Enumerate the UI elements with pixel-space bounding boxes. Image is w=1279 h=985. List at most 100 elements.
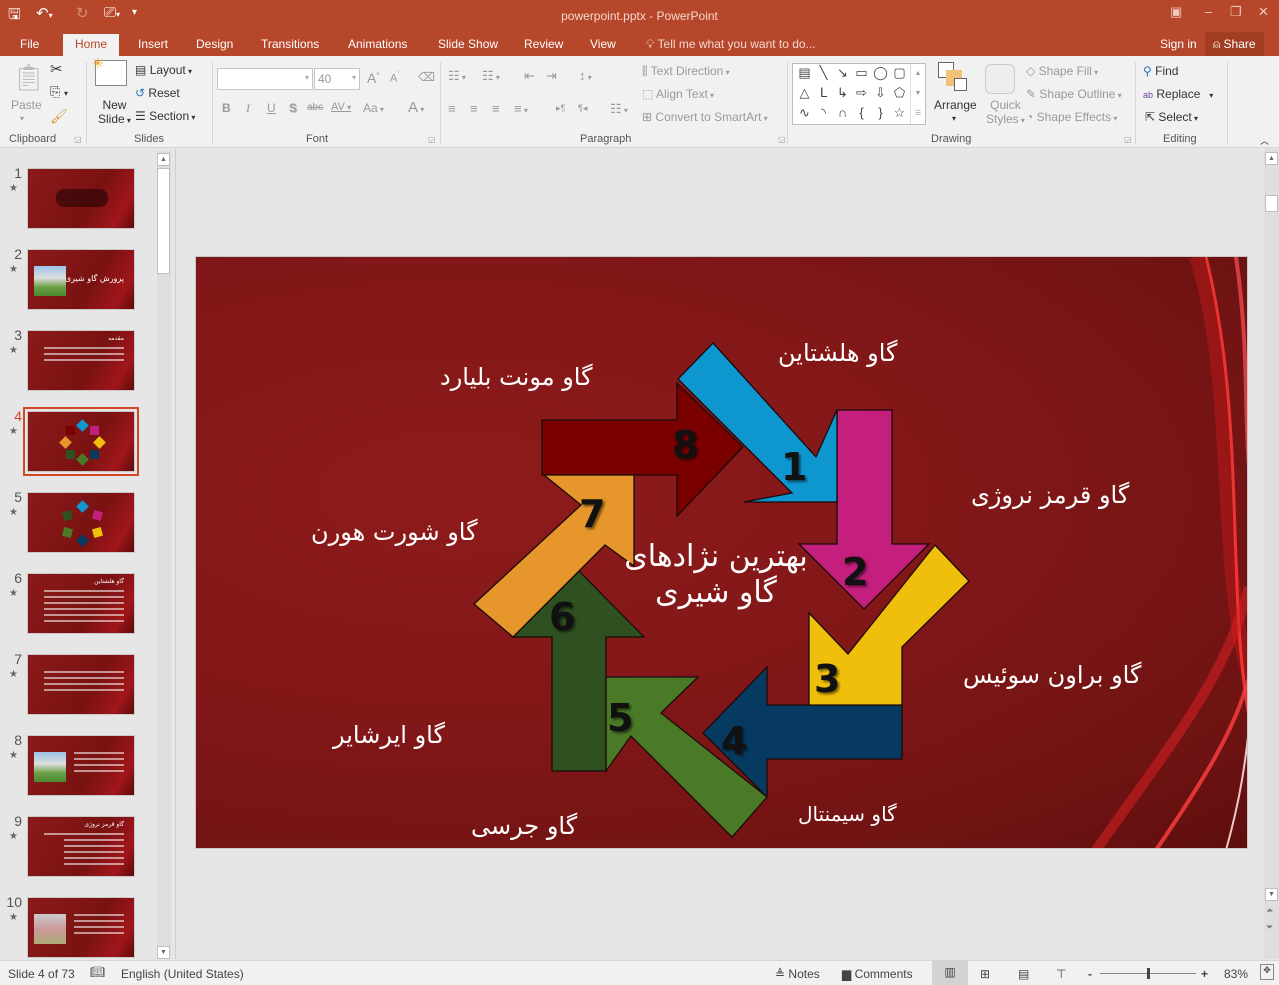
- arrange-dropdown-icon[interactable]: ▾: [952, 114, 956, 123]
- line-spacing-button[interactable]: ↕ ▾: [579, 68, 592, 83]
- align-text-button[interactable]: ⬚ Align Text ▾: [642, 87, 714, 101]
- paste-dropdown-icon[interactable]: ▾: [20, 114, 24, 123]
- shape-option[interactable]: ▢: [890, 65, 909, 85]
- zoom-level[interactable]: 83%: [1224, 967, 1248, 981]
- zoom-in-button[interactable]: +: [1201, 967, 1208, 981]
- shape-option[interactable]: ∿: [795, 105, 814, 125]
- shape-option[interactable]: △: [795, 85, 814, 105]
- grow-font-button[interactable]: A^: [367, 70, 380, 86]
- shape-option[interactable]: }: [871, 105, 890, 125]
- comments-button[interactable]: ▆ Comments: [842, 967, 913, 981]
- copy-icon[interactable]: ⎘ ▾: [50, 84, 68, 100]
- shape-option[interactable]: ↘: [833, 65, 852, 85]
- scroll-down-button[interactable]: ▼: [1265, 888, 1278, 901]
- replace-button[interactable]: ab Replace ▾: [1143, 87, 1213, 101]
- shape-option[interactable]: {: [852, 105, 871, 125]
- next-slide-icon[interactable]: ⏷: [1266, 922, 1273, 933]
- tab-transitions[interactable]: Transitions: [259, 36, 321, 56]
- layout-button[interactable]: ▤ Layout ▾: [135, 63, 192, 77]
- find-button[interactable]: ⚲ Find: [1143, 64, 1178, 78]
- slide-thumbnail[interactable]: گاو هلشتاین: [27, 573, 135, 634]
- shape-option[interactable]: ╲: [814, 65, 833, 85]
- shape-option[interactable]: ▤: [795, 65, 814, 85]
- shape-option[interactable]: ☆: [890, 105, 909, 125]
- underline-button[interactable]: U: [267, 101, 276, 115]
- ribbon-display-options-icon[interactable]: ▣: [1170, 4, 1182, 20]
- columns-button[interactable]: ☷ ▾: [610, 101, 628, 117]
- language-indicator[interactable]: English (United States): [121, 967, 244, 981]
- restore-button[interactable]: ❐: [1230, 4, 1242, 20]
- decrease-indent-button[interactable]: ⇤: [524, 68, 535, 84]
- cut-icon[interactable]: ✂: [50, 60, 63, 78]
- section-button[interactable]: ☰ Section ▾: [135, 109, 195, 123]
- convert-smartart-button[interactable]: ⊞ Convert to SmartArt ▾: [642, 110, 768, 124]
- spell-check-icon[interactable]: 📖︎: [90, 965, 105, 979]
- reset-button[interactable]: ↺ Reset: [135, 86, 180, 100]
- paragraph-launcher-icon[interactable]: ◲: [778, 135, 786, 144]
- font-color-button[interactable]: A ▾: [408, 99, 424, 116]
- tab-slide-show[interactable]: Slide Show: [436, 36, 500, 56]
- collapse-ribbon-icon[interactable]: ︿: [1260, 134, 1269, 147]
- tab-home[interactable]: Home: [63, 34, 120, 56]
- shape-option[interactable]: ⬠: [890, 85, 909, 105]
- increase-indent-button[interactable]: ⇥: [546, 68, 557, 84]
- thumbnails-scrollbar[interactable]: ▲ ▼: [157, 151, 171, 959]
- arrange-button[interactable]: Arrange: [934, 98, 977, 112]
- bold-button[interactable]: B: [222, 101, 231, 115]
- breed-label[interactable]: گاو ایرشایر: [333, 721, 445, 749]
- quick-styles-button[interactable]: Quick Styles ▾: [986, 98, 1025, 126]
- shape-option[interactable]: ◯: [871, 65, 890, 85]
- notes-button[interactable]: ≜ Notes: [775, 967, 820, 981]
- shrink-font-button[interactable]: Aˇ: [390, 72, 400, 85]
- slide-thumbnail[interactable]: [27, 897, 135, 958]
- ltr-button[interactable]: ▸¶: [556, 103, 565, 114]
- slide-canvas[interactable]: 1 گاو هلشتاین 2 گاو قرمز نروژی 3 گاو براون سو…: [195, 256, 1248, 849]
- clipboard-launcher-icon[interactable]: ◲: [74, 135, 82, 144]
- change-case-button[interactable]: Aa ▾: [363, 101, 384, 115]
- strikethrough-button[interactable]: abc: [307, 102, 323, 113]
- scroll-thumb[interactable]: [1265, 195, 1278, 212]
- justify-button[interactable]: ≡ ▾: [514, 101, 528, 116]
- shape-fill-button[interactable]: ◇ Shape Fill ▾: [1026, 64, 1098, 78]
- shape-option[interactable]: ∩: [833, 105, 852, 125]
- breed-label[interactable]: گاو هلشتاین: [778, 339, 897, 367]
- shape-option[interactable]: ⇨: [852, 85, 871, 105]
- paste-button[interactable]: Paste: [11, 98, 42, 112]
- text-shadow-button[interactable]: S: [289, 101, 297, 115]
- slide-sorter-button[interactable]: ⊞: [980, 967, 990, 981]
- slide-thumbnail[interactable]: [27, 168, 135, 229]
- font-launcher-icon[interactable]: ◲: [428, 135, 436, 144]
- zoom-slider-thumb[interactable]: [1147, 968, 1150, 979]
- scroll-down-button[interactable]: ▼: [157, 946, 170, 959]
- shape-option[interactable]: ᒪ: [814, 85, 833, 105]
- tab-view[interactable]: View: [588, 36, 618, 56]
- bullets-button[interactable]: ☷ ▾: [448, 68, 466, 84]
- slide-thumbnail[interactable]: گاو قرمز نروژی: [27, 816, 135, 877]
- reading-view-button[interactable]: ▤: [1018, 967, 1029, 981]
- shape-effects-button[interactable]: ◔ Shape Effects ▾: [1026, 110, 1117, 124]
- format-painter-icon[interactable]: 🖌︎: [50, 108, 68, 125]
- tab-insert[interactable]: Insert: [136, 36, 170, 56]
- align-center-button[interactable]: ≡: [470, 101, 478, 116]
- zoom-out-button[interactable]: -: [1088, 967, 1092, 981]
- rtl-button[interactable]: ¶◂: [578, 103, 587, 114]
- tell-me-box[interactable]: 💡︎ Tell me what you want to do...: [644, 36, 818, 56]
- select-button[interactable]: ⇱ Select ▾: [1145, 110, 1198, 124]
- slide-thumbnail[interactable]: [27, 492, 135, 553]
- tab-review[interactable]: Review: [522, 36, 565, 56]
- breed-label[interactable]: گاو مونت بلیارد: [440, 363, 593, 391]
- slide-show-button[interactable]: ⊤: [1056, 967, 1066, 981]
- scroll-thumb[interactable]: [157, 168, 170, 274]
- zoom-slider[interactable]: [1100, 968, 1196, 979]
- numbering-button[interactable]: ☷ ▾: [482, 68, 500, 84]
- align-left-button[interactable]: ≡: [448, 101, 456, 116]
- normal-view-button[interactable]: ▥: [932, 961, 968, 985]
- slide-thumbnail[interactable]: مقدمه: [27, 330, 135, 391]
- tab-file[interactable]: File: [18, 36, 41, 56]
- gallery-scroll[interactable]: ▲ ▼ ☰: [910, 64, 925, 124]
- scroll-up-button[interactable]: ▲: [157, 153, 170, 166]
- shape-option[interactable]: ▭: [852, 65, 871, 85]
- share-button[interactable]: ⍝ Share: [1205, 32, 1264, 56]
- italic-button[interactable]: I: [246, 101, 250, 116]
- breed-label[interactable]: گاو براون سوئیس: [963, 661, 1141, 689]
